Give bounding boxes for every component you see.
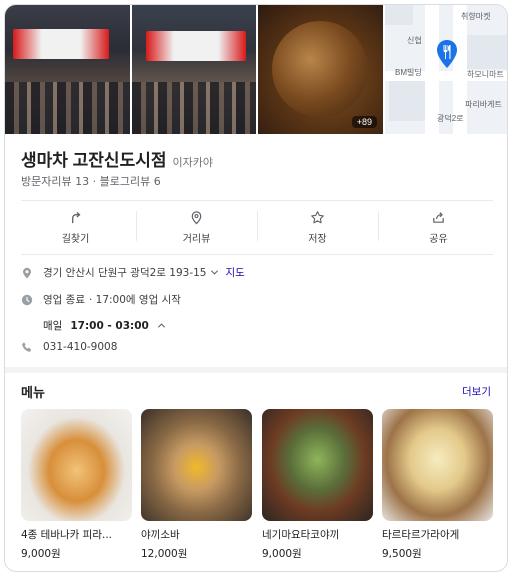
place-name[interactable]: 생마차 고잔신도시점 bbox=[21, 146, 166, 171]
title-row: 생마차 고잔신도시점 이자카야 bbox=[21, 146, 213, 171]
action-bar: 길찾기 거리뷰 저장 공유 bbox=[15, 205, 499, 249]
phone-number[interactable]: 031-410-9008 bbox=[43, 341, 117, 353]
review-separator: · bbox=[92, 175, 97, 188]
hours-today[interactable]: 매일 17:00 - 03:00 bbox=[43, 318, 166, 333]
menu-item[interactable]: 4종 테바나카 피라... 9,000원 bbox=[21, 409, 132, 561]
photo-storefront-1[interactable] bbox=[5, 5, 130, 134]
menu-item[interactable]: 타르타르가라아게 9,500원 bbox=[382, 409, 493, 561]
blog-reviews-link[interactable]: 블로그리뷰 6 bbox=[100, 175, 161, 188]
menu-item-price: 12,000원 bbox=[141, 548, 188, 560]
map-label: 광덕2로 bbox=[437, 114, 464, 123]
phone-icon bbox=[22, 342, 32, 352]
wings-plate bbox=[272, 21, 368, 117]
save-button[interactable]: 저장 bbox=[257, 205, 378, 249]
menu-photo-takoyaki bbox=[262, 409, 373, 521]
share-button[interactable]: 공유 bbox=[378, 205, 499, 249]
menu-item-name: 네기마요타코야끼 bbox=[262, 529, 340, 541]
menu-item[interactable]: 야끼소바 12,000원 bbox=[141, 409, 252, 561]
share-label: 공유 bbox=[429, 233, 448, 245]
map-block bbox=[467, 35, 507, 69]
menu-photo-yakisoba bbox=[141, 409, 252, 521]
share-icon bbox=[433, 211, 444, 223]
save-label: 저장 bbox=[308, 233, 327, 245]
menu-item-name: 타르타르가라아게 bbox=[382, 529, 460, 541]
directions-label: 길찾기 bbox=[61, 233, 90, 245]
map-label: 신협 bbox=[407, 36, 422, 45]
map-label: 파리바게트 bbox=[465, 100, 502, 109]
clock-icon bbox=[21, 294, 33, 305]
street-view-icon bbox=[191, 210, 202, 224]
map-label: 하모니마트 bbox=[467, 70, 504, 79]
hours-time: 17:00 - 03:00 bbox=[70, 319, 149, 332]
menu-item-price: 9,000원 bbox=[21, 548, 61, 560]
directions-button[interactable]: 길찾기 bbox=[15, 205, 136, 249]
address-text[interactable]: 경기 안산시 단원구 광덕2로 193-15 bbox=[43, 265, 206, 280]
street-view-button[interactable]: 거리뷰 bbox=[136, 205, 257, 249]
signboard bbox=[146, 31, 246, 61]
location-pin-icon bbox=[23, 267, 31, 278]
menu-more-link[interactable]: 더보기 bbox=[462, 384, 491, 399]
phone-row: 031-410-9008 bbox=[21, 341, 117, 353]
signboard bbox=[13, 29, 109, 59]
open-status-detail: · 17:00에 영업 시작 bbox=[88, 294, 181, 306]
visitor-reviews-link[interactable]: 방문자리뷰 13 bbox=[21, 175, 89, 188]
photo-strip: +89 취향마켓 신협 BM빌딩 하모니마트 파리바게트 광덕2로 bbox=[5, 5, 507, 134]
place-pin-icon bbox=[437, 40, 457, 68]
review-counts: 방문자리뷰 13 · 블로그리뷰 6 bbox=[21, 173, 161, 189]
photo-chicken-wings[interactable]: +89 bbox=[258, 5, 383, 134]
place-card: +89 취향마켓 신협 BM빌딩 하모니마트 파리바게트 광덕2로 생마차 고잔… bbox=[4, 4, 508, 572]
menu-item[interactable]: 네기마요타코야끼 9,000원 bbox=[262, 409, 373, 561]
crowd bbox=[132, 82, 256, 134]
menu-item-price: 9,000원 bbox=[262, 548, 302, 560]
divider bbox=[21, 254, 493, 255]
menu-item-price: 9,500원 bbox=[382, 548, 422, 560]
crowd bbox=[5, 82, 130, 134]
chevron-up-icon[interactable] bbox=[157, 321, 166, 330]
map-link[interactable]: 지도 bbox=[225, 265, 244, 280]
menu-item-name: 4종 테바나카 피라... bbox=[21, 529, 112, 541]
section-divider bbox=[5, 367, 507, 373]
map-label: BM빌딩 bbox=[395, 68, 422, 77]
hours-row: 영업 종료 · 17:00에 영업 시작 bbox=[21, 292, 181, 307]
divider bbox=[21, 200, 493, 201]
map-block bbox=[385, 5, 413, 25]
photo-storefront-2[interactable] bbox=[132, 5, 256, 134]
menu-photo-karaage bbox=[382, 409, 493, 521]
map-thumbnail[interactable]: 취향마켓 신협 BM빌딩 하모니마트 파리바게트 광덕2로 bbox=[385, 5, 507, 134]
directions-icon bbox=[72, 211, 81, 223]
address-row: 경기 안산시 단원구 광덕2로 193-15 지도 bbox=[21, 265, 245, 280]
chevron-down-icon[interactable] bbox=[210, 268, 219, 277]
map-label: 취향마켓 bbox=[461, 12, 491, 21]
place-category: 이자카야 bbox=[172, 156, 213, 169]
menu-photo-tebanaka bbox=[21, 409, 132, 521]
star-icon bbox=[311, 210, 324, 223]
more-photos-count: +89 bbox=[351, 116, 377, 128]
menu-heading: 메뉴 bbox=[21, 386, 45, 401]
hours-day: 매일 bbox=[43, 320, 63, 332]
open-status: 영업 종료 bbox=[43, 294, 85, 306]
menu-item-name: 야끼소바 bbox=[141, 529, 180, 541]
map-block bbox=[389, 81, 425, 121]
street-view-label: 거리뷰 bbox=[182, 233, 211, 245]
